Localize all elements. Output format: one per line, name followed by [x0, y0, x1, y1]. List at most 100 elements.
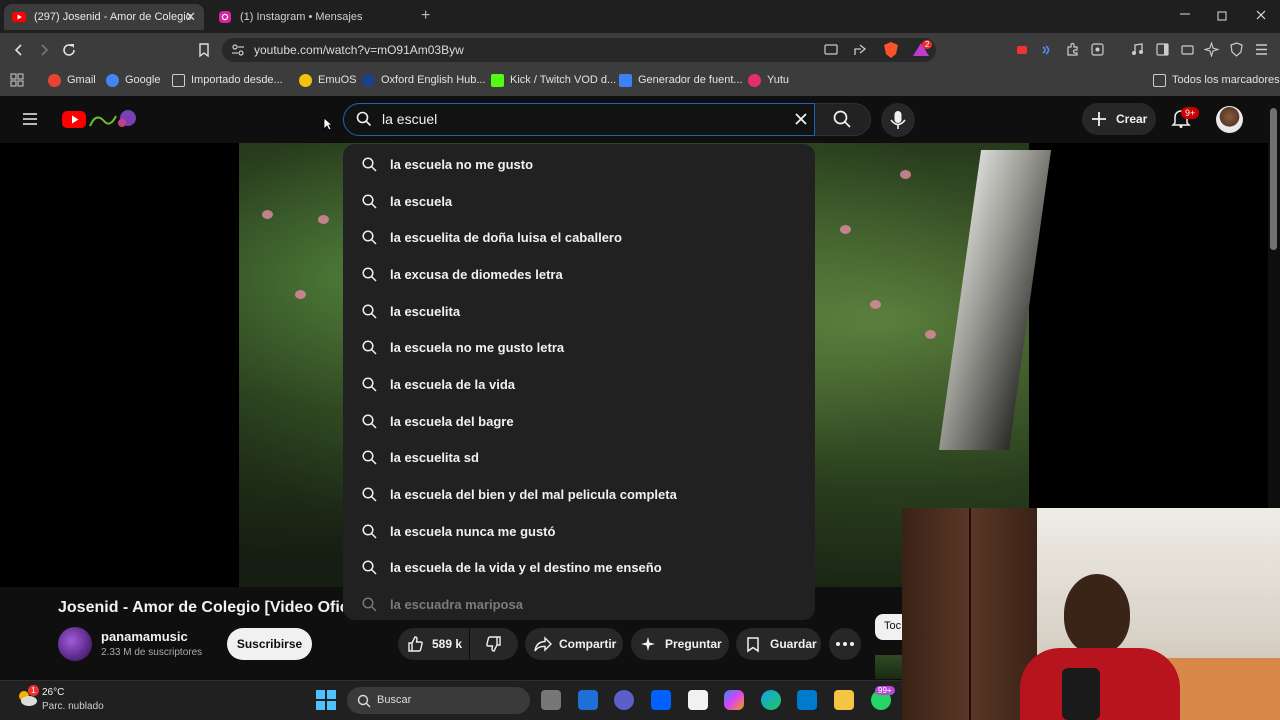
- suggestion-text: la escuela no me gusto letra: [390, 340, 565, 355]
- search-icon: [362, 487, 377, 502]
- save-button[interactable]: Guardar: [736, 628, 821, 660]
- brave-shields-icon[interactable]: [882, 41, 900, 59]
- apps-grid-icon[interactable]: [10, 73, 24, 87]
- suggestion-item[interactable]: la escuelita de doña luisa el caballero: [343, 219, 815, 255]
- dropbox-icon[interactable]: [651, 690, 671, 710]
- forward-icon[interactable]: [37, 43, 51, 57]
- search-icon: [362, 560, 377, 575]
- bookmark-imported-folder[interactable]: Importado desde...: [172, 72, 283, 88]
- vscode-icon[interactable]: [797, 690, 817, 710]
- media-controls-icon[interactable]: [1130, 42, 1145, 57]
- minimize-icon[interactable]: [1179, 8, 1191, 20]
- suggestion-item[interactable]: la excusa de diomedes letra: [343, 256, 815, 292]
- filter-chip-all[interactable]: Toc: [875, 614, 905, 640]
- account-avatar[interactable]: [1216, 106, 1243, 133]
- maximize-icon[interactable]: [1216, 10, 1228, 22]
- cast-icon[interactable]: [824, 43, 838, 57]
- capcut-icon[interactable]: [688, 690, 708, 710]
- close-tab-icon[interactable]: ✕: [185, 9, 196, 25]
- close-window-icon[interactable]: [1255, 9, 1267, 21]
- site-info-icon[interactable]: [231, 43, 245, 57]
- weather-badge: 1: [28, 685, 39, 696]
- share-label: Compartir: [559, 637, 617, 651]
- reload-icon[interactable]: [61, 42, 77, 58]
- windows-start-icon[interactable]: [316, 690, 336, 710]
- suggestion-item[interactable]: la escuelita sd: [343, 439, 815, 475]
- gmail-icon: [48, 73, 61, 87]
- edge-icon[interactable]: [761, 690, 781, 710]
- video-scene-flower: [318, 215, 329, 224]
- suggestion-item[interactable]: la escuela: [343, 183, 815, 219]
- suggestion-item[interactable]: la escuadra mariposa: [343, 586, 815, 620]
- bookmark-kick-twitch[interactable]: Kick / Twitch VOD d...: [491, 72, 616, 88]
- save-bookmark-icon: [747, 637, 759, 653]
- mouse-cursor-icon: [323, 117, 333, 131]
- bookmark-gmail[interactable]: Gmail: [48, 72, 96, 88]
- vpn-icon[interactable]: [1229, 42, 1244, 57]
- suggestion-item[interactable]: la escuela no me gusto: [343, 146, 815, 182]
- related-video-thumbnail[interactable]: [875, 655, 902, 679]
- copilot-icon[interactable]: [724, 690, 744, 710]
- extension-audio-icon[interactable]: [1040, 43, 1054, 57]
- menu-icon[interactable]: [1254, 42, 1269, 57]
- bookmark-google[interactable]: Google: [106, 72, 160, 88]
- whatsapp-badge: 99+: [875, 686, 895, 695]
- more-actions-button[interactable]: [829, 628, 861, 660]
- tab-youtube[interactable]: (297) Josenid - Amor de Colegio ✕: [4, 4, 204, 30]
- suggestion-item[interactable]: la escuelita: [343, 293, 815, 329]
- emuos-icon: [299, 73, 312, 87]
- search-suggestions-dropdown: la escuela no me gusto la escuela la esc…: [343, 144, 815, 620]
- extensions-puzzle-icon[interactable]: [1065, 42, 1080, 57]
- webcam-microphone: [1062, 668, 1100, 720]
- channel-name[interactable]: panamamusic: [101, 629, 188, 644]
- suggestion-item[interactable]: la escuela de la vida y el destino me en…: [343, 549, 815, 585]
- ask-button[interactable]: Preguntar: [631, 628, 729, 660]
- back-icon[interactable]: [12, 43, 26, 57]
- teams-icon[interactable]: [614, 690, 634, 710]
- suggestion-text: la escuelita sd: [390, 450, 479, 465]
- search-icon: [362, 524, 377, 539]
- bookmark-yutu[interactable]: Yutu: [748, 72, 789, 88]
- notifications-badge: 9+: [1181, 107, 1200, 119]
- new-tab-button[interactable]: +: [421, 7, 430, 25]
- suggestion-item[interactable]: la escuela nunca me gustó: [343, 513, 815, 549]
- hamburger-menu-icon[interactable]: [22, 111, 38, 127]
- microsoft-store-icon[interactable]: [578, 690, 598, 710]
- file-explorer-icon[interactable]: [834, 690, 854, 710]
- sidebar-toggle-icon[interactable]: [1155, 42, 1170, 57]
- share-icon[interactable]: [853, 43, 867, 57]
- search-input[interactable]: [382, 110, 782, 128]
- all-bookmarks-folder[interactable]: Todos los marcadores: [1153, 72, 1280, 88]
- suggestion-text: la escuela: [390, 194, 453, 209]
- weather-desc: Parc. nublado: [42, 701, 104, 712]
- suggestion-item[interactable]: la escuela no me gusto letra: [343, 329, 815, 365]
- create-button[interactable]: Crear: [1082, 103, 1156, 135]
- screenshot-icon[interactable]: [1090, 42, 1105, 57]
- suggestion-item[interactable]: la escuela del bagre: [343, 403, 815, 439]
- subscribe-button[interactable]: Suscribirse: [227, 628, 312, 660]
- like-button[interactable]: 589 k: [398, 628, 469, 660]
- bookmark-font-generator[interactable]: Generador de fuent...: [619, 72, 743, 88]
- leo-ai-icon[interactable]: [1204, 42, 1219, 57]
- scrollbar-thumb[interactable]: [1270, 108, 1277, 250]
- bookmark-emuos[interactable]: EmuOS: [299, 72, 357, 88]
- bookmark-label: Yutu: [767, 74, 790, 86]
- extension-red-icon[interactable]: [1015, 43, 1029, 57]
- suggestion-item[interactable]: la escuela de la vida: [343, 366, 815, 402]
- wallet-icon[interactable]: [1180, 42, 1195, 57]
- folder-icon: [172, 73, 185, 87]
- dislike-button[interactable]: [470, 628, 518, 660]
- channel-avatar[interactable]: [58, 627, 92, 661]
- voice-search-button[interactable]: [881, 103, 915, 137]
- suggestion-text: la escuela no me gusto: [390, 157, 534, 172]
- bookmark-page-icon[interactable]: [197, 42, 211, 58]
- taskbar-search[interactable]: Buscar: [347, 687, 530, 714]
- youtube-favicon-icon: [12, 10, 26, 24]
- youtube-logo[interactable]: [62, 108, 140, 130]
- share-button[interactable]: Compartir: [525, 628, 623, 660]
- suggestion-item[interactable]: la escuela del bien y del mal pelicula c…: [343, 476, 815, 512]
- bookmark-oxford[interactable]: Oxford English Hub...: [362, 72, 486, 88]
- tab-instagram[interactable]: (1) Instagram • Mensajes: [210, 4, 410, 30]
- task-view-icon[interactable]: [541, 690, 561, 710]
- clear-search-icon[interactable]: [794, 112, 808, 126]
